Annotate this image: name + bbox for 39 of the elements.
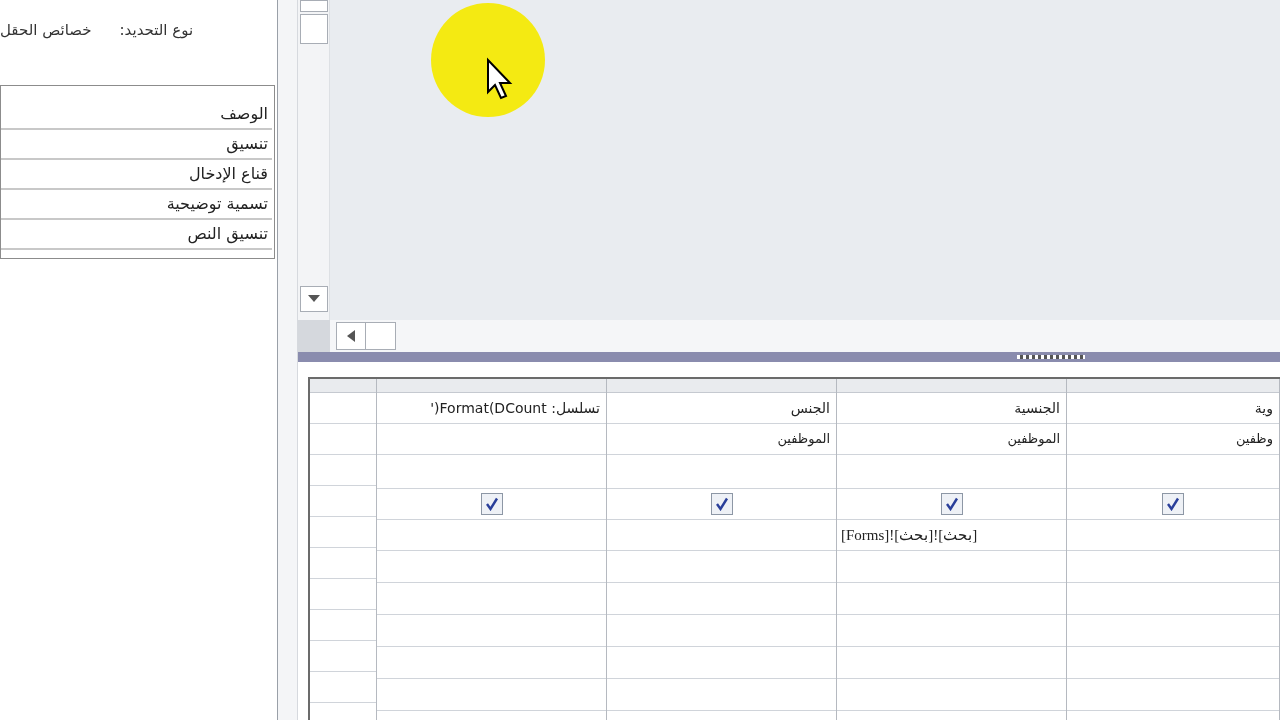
column-selector[interactable] [377, 379, 606, 393]
field-cell[interactable]: تسلسل: Format(DCount(' [430, 397, 600, 419]
table-cell[interactable]: وظفين [1235, 429, 1273, 449]
field-cell[interactable]: الجنسية [1014, 397, 1060, 419]
table-cell[interactable]: الموظفين [777, 429, 830, 449]
show-checkbox[interactable] [1162, 493, 1184, 515]
checkmark-icon [714, 497, 729, 511]
down-arrow-icon [307, 295, 320, 303]
property-label[interactable]: الوصف [1, 100, 272, 130]
vertical-scrollbar[interactable] [298, 0, 330, 320]
row-selector-header [310, 379, 376, 393]
show-checkbox[interactable] [940, 493, 963, 515]
checkmark-icon [1166, 497, 1180, 511]
cursor-highlight-icon [430, 2, 546, 118]
show-checkbox[interactable] [710, 493, 733, 515]
scroll-left-button[interactable] [336, 322, 366, 350]
property-label[interactable]: تنسيق النص [1, 220, 272, 250]
field-cell[interactable]: الجنس [790, 397, 830, 419]
column-selector[interactable] [1067, 379, 1279, 393]
scroll-up-button[interactable] [299, 0, 328, 12]
selection-type-label: نوع التحديد: [118, 19, 194, 41]
column-selector[interactable] [607, 379, 836, 393]
show-checkbox[interactable] [480, 493, 503, 515]
property-label[interactable]: قناع الإدخال [1, 160, 272, 190]
scroll-thumb[interactable] [299, 14, 328, 44]
horizontal-scrollbar[interactable] [298, 320, 1280, 352]
selection-type-value: خصائص الحقل [0, 19, 92, 41]
scroll-thumb[interactable] [366, 322, 396, 350]
checkmark-icon [484, 497, 499, 511]
scrollbar-corner [298, 320, 330, 352]
scroll-down-button[interactable] [299, 286, 328, 312]
property-label[interactable]: تسمية توضيحية [1, 190, 272, 220]
field-cell[interactable]: وية [1254, 397, 1273, 419]
table-cell[interactable]: الموظفين [1007, 429, 1060, 449]
criteria-cell[interactable]: [بحث]![بحث]![Forms] [841, 523, 978, 547]
property-label[interactable]: تنسيق [1, 130, 272, 160]
column-selector[interactable] [837, 379, 1066, 393]
checkmark-icon [944, 497, 959, 511]
left-arrow-icon [347, 330, 355, 342]
